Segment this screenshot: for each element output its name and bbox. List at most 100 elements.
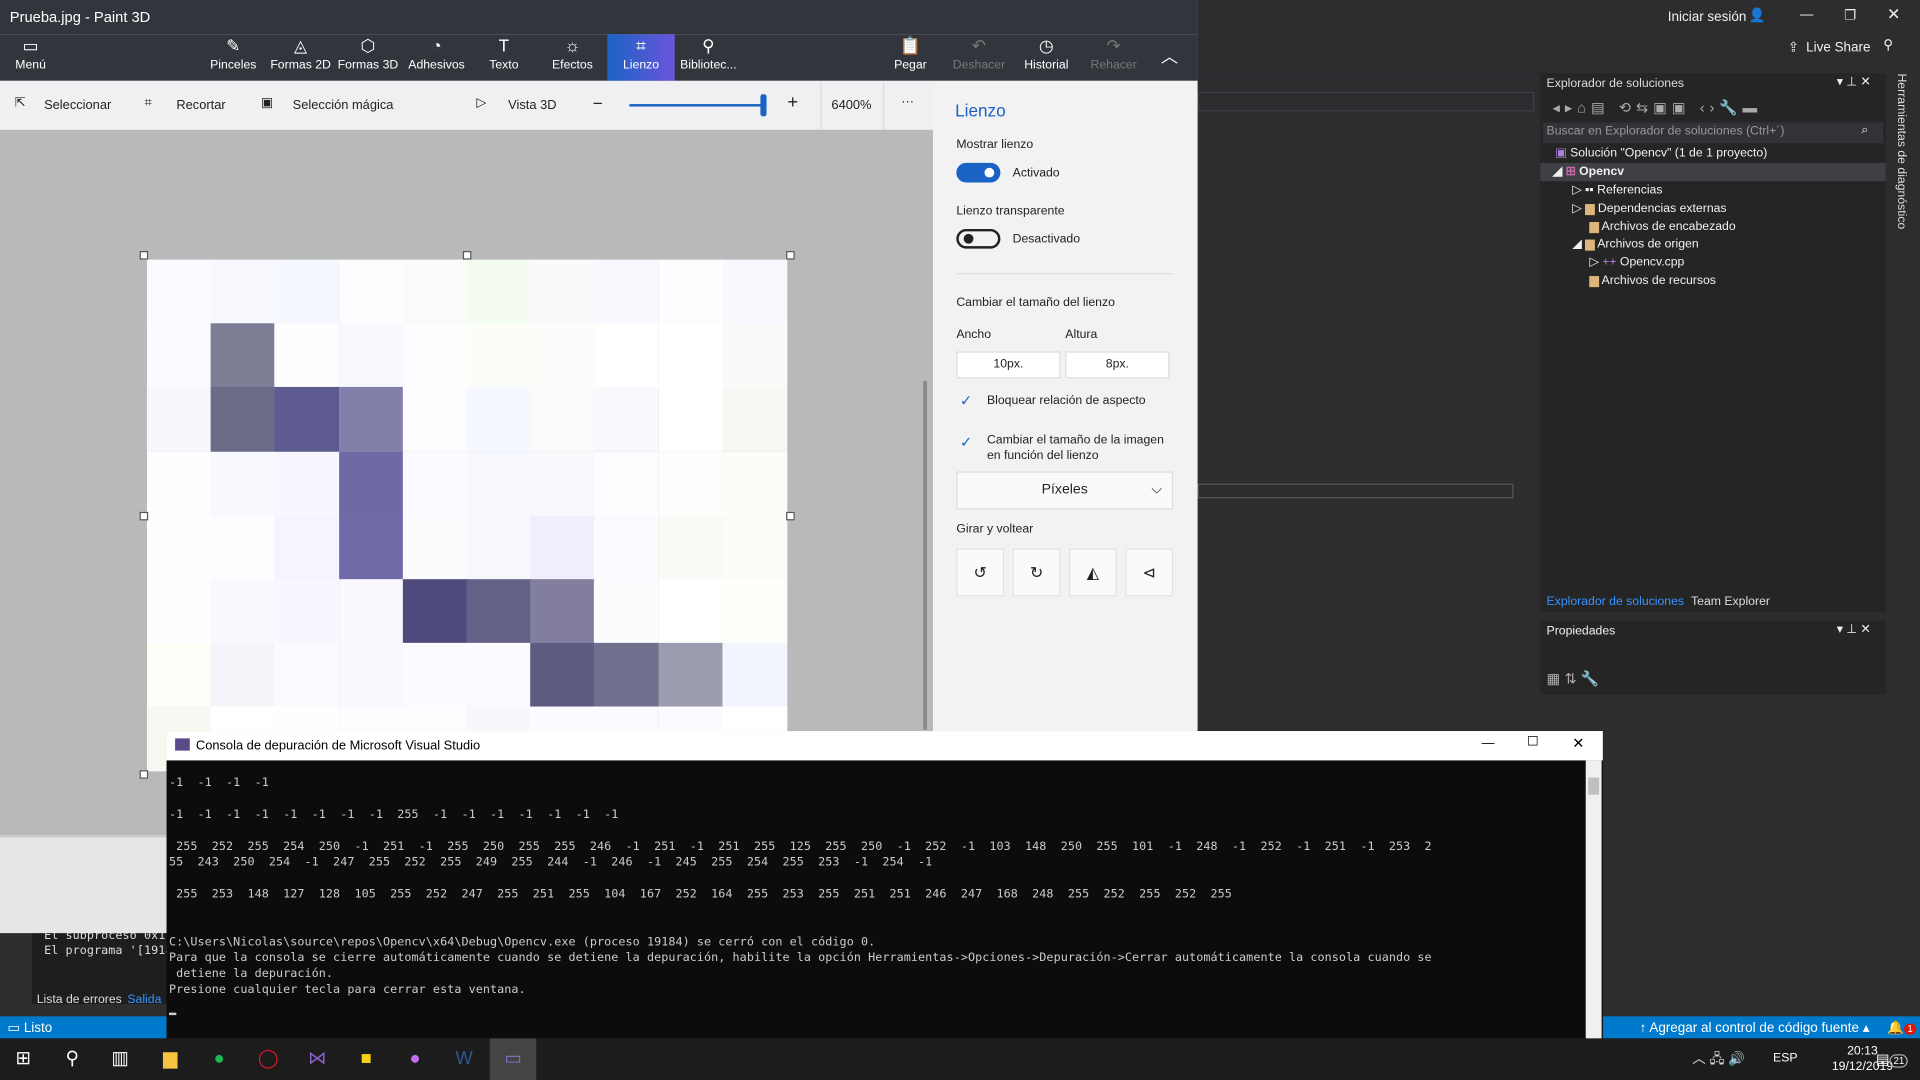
zoom-in-button[interactable]: + xyxy=(787,92,798,113)
tool-efectos[interactable]: ☼ Efectos xyxy=(539,34,606,81)
search-icon[interactable]: ⚲ xyxy=(58,1046,87,1073)
flip-horizontal-button[interactable]: ⊲ xyxy=(1125,548,1174,597)
resize-handle[interactable] xyxy=(786,511,795,521)
tab-output[interactable]: Salida xyxy=(127,993,161,1006)
pane-controls[interactable]: ▾ ⊥ ✕ xyxy=(1837,623,1871,636)
tool-texto[interactable]: T Texto xyxy=(470,34,537,81)
resize-handle[interactable] xyxy=(139,251,149,260)
solution-search-input[interactable]: Buscar en Explorador de soluciones (Ctrl… xyxy=(1542,122,1884,144)
tool-formas-3d[interactable]: ⬡ Formas 3D xyxy=(334,34,401,81)
history-button[interactable]: ◷ Historial xyxy=(1013,34,1080,81)
project-node[interactable]: ◢ ⊞ Opencv xyxy=(1553,165,1624,178)
console-taskbar-icon[interactable]: ▭ xyxy=(489,1038,537,1080)
opera-icon[interactable]: ◯ xyxy=(253,1046,282,1073)
console-icon xyxy=(175,738,190,751)
zoom-out-button[interactable]: − xyxy=(593,93,603,113)
console-minimize-button[interactable]: — xyxy=(1482,736,1495,751)
history-icon: ◷ xyxy=(1038,35,1054,56)
zoom-slider-thumb[interactable] xyxy=(760,94,767,117)
language-indicator[interactable]: ESP xyxy=(1773,1046,1798,1073)
canvas-pixel xyxy=(466,515,532,581)
redo-button[interactable]: ↷ Rehacer xyxy=(1080,34,1147,81)
side-tab-diagnostics[interactable]: Herramientas de diagnóstico xyxy=(1894,73,1907,229)
resize-handle[interactable] xyxy=(139,511,149,521)
canvas-pixel xyxy=(530,259,596,325)
file-explorer-icon[interactable]: ▆ xyxy=(156,1046,185,1073)
flip-vertical-button[interactable]: ◭ xyxy=(1068,548,1117,597)
pane-controls[interactable]: ▾ ⊥ ✕ xyxy=(1837,76,1871,89)
zoom-level[interactable]: 6400% xyxy=(831,98,871,113)
visual-studio-icon[interactable]: ⋈ xyxy=(302,1046,331,1073)
tab-team-explorer[interactable]: Team Explorer xyxy=(1691,595,1770,608)
sign-in-link[interactable]: Iniciar sesión xyxy=(1668,10,1747,25)
height-input[interactable]: 8px. xyxy=(1065,351,1170,379)
zoom-slider[interactable] xyxy=(629,94,767,117)
close-button[interactable]: ✕ xyxy=(1887,5,1900,25)
properties-toolbar[interactable]: ▦ ⇅ 🔧 xyxy=(1547,670,1600,687)
canvas-area[interactable] xyxy=(0,129,934,836)
solution-node[interactable]: ▣ Solución "Opencv" (1 de 1 proyecto) xyxy=(1555,147,1767,160)
vertical-scrollbar[interactable] xyxy=(923,380,927,730)
select-button[interactable]: Seleccionar xyxy=(44,98,111,113)
tree-item-encabezado[interactable]: ▆ Archivos de encabezado xyxy=(1589,220,1735,233)
undo-button[interactable]: ↶ Deshacer xyxy=(945,34,1012,81)
tree-item-origen[interactable]: ◢ ▆ Archivos de origen xyxy=(1572,238,1698,251)
tree-item-opencv-cpp[interactable]: ▷ ++ Opencv.cpp xyxy=(1589,256,1684,269)
tab-error-list[interactable]: Lista de errores xyxy=(37,993,122,1006)
tool-adhesivos[interactable]: ◔ Adhesivos xyxy=(403,34,470,81)
sticky-notes-icon[interactable]: ■ xyxy=(351,1046,380,1073)
canvas-pixel xyxy=(146,643,212,708)
resize-handle[interactable] xyxy=(139,770,149,779)
tray-icons[interactable]: ︿ 🖧 🔊 xyxy=(1692,1046,1745,1073)
tree-item-referencias[interactable]: ▷ ▪▪ Referencias xyxy=(1572,184,1662,197)
resize-image-checkbox[interactable]: ✓ xyxy=(960,433,972,450)
start-button[interactable]: ⊞ xyxy=(9,1046,38,1073)
console-scrollbar[interactable] xyxy=(1585,760,1602,1040)
navigation-bar[interactable] xyxy=(1197,91,1535,112)
notification-bell-icon[interactable]: 🔔 1 xyxy=(1887,1020,1917,1036)
minimize-button[interactable]: — xyxy=(1800,7,1813,22)
live-share-button[interactable]: Live Share xyxy=(1806,40,1870,55)
console-maximize-button[interactable]: ☐ xyxy=(1527,735,1539,750)
show-canvas-toggle[interactable] xyxy=(956,162,1001,183)
paste-button[interactable]: 📋 Pegar xyxy=(877,34,944,81)
canvas-pixel xyxy=(530,579,596,645)
tool-lienzo[interactable]: ⌗ Lienzo xyxy=(607,34,675,81)
width-input[interactable]: 10px. xyxy=(956,351,1061,379)
lock-aspect-checkbox[interactable]: ✓ xyxy=(960,392,972,409)
resize-handle[interactable] xyxy=(462,251,472,260)
rotate-left-button[interactable]: ↺ xyxy=(956,548,1005,597)
maximize-button[interactable]: ❐ xyxy=(1844,7,1856,24)
source-control-button[interactable]: ↑ Agregar al control de código fuente ▴ … xyxy=(1602,1016,1920,1039)
transparent-toggle[interactable] xyxy=(956,228,1001,249)
word-icon[interactable]: W xyxy=(449,1046,478,1073)
console-line: 255 253 148 127 128 105 255 252 247 255 … xyxy=(168,887,1232,902)
canvas-image[interactable] xyxy=(146,259,788,772)
tool-formas-2d[interactable]: ◬ Formas 2D xyxy=(267,34,334,81)
vs-title-bar: Iniciar sesión 👤 — ❐ ✕ ⇪ Live Share ⚲ xyxy=(1197,0,1920,74)
tool-pinceles[interactable]: ✎ Pinceles xyxy=(200,34,267,81)
canvas-pixel xyxy=(210,643,276,708)
crop-button[interactable]: Recortar xyxy=(176,98,225,113)
tab-solution-explorer[interactable]: Explorador de soluciones xyxy=(1547,595,1685,608)
console-line: 55 243 250 254 -1 247 255 252 255 249 25… xyxy=(168,855,933,870)
rotate-right-button[interactable]: ↻ xyxy=(1012,548,1061,597)
feedback-icon[interactable]: ⚲ xyxy=(1883,37,1893,53)
tree-item-recursos[interactable]: ▆ Archivos de recursos xyxy=(1589,274,1716,287)
tool-biblioteca[interactable]: ⚲ Bibliotec... xyxy=(675,34,742,81)
collapse-toolbar-icon[interactable]: ︿ xyxy=(1145,34,1194,81)
units-dropdown[interactable]: Píxeles ⌵ xyxy=(956,471,1174,510)
task-view-icon[interactable]: ▥ xyxy=(105,1046,134,1073)
magic-select-button[interactable]: Selección mágica xyxy=(293,98,394,113)
view-3d-toggle[interactable]: Vista 3D xyxy=(508,98,556,113)
solution-toolbar[interactable]: ◂▸⌂▤ ⟲⇆▣▣ ‹›🔧▬ xyxy=(1553,99,1762,116)
more-button[interactable]: ··· xyxy=(901,94,914,109)
tree-item-dependencias[interactable]: ▷ ▆ Dependencias externas xyxy=(1572,202,1726,215)
console-close-button[interactable]: ✕ xyxy=(1572,735,1584,752)
paint3d-icon[interactable]: ● xyxy=(400,1046,429,1073)
menu-button[interactable]: ▭ Menú xyxy=(0,34,61,81)
action-center-button[interactable]: ▤ 21 xyxy=(1876,1046,1909,1073)
spotify-icon[interactable]: ● xyxy=(204,1046,233,1073)
resize-handle[interactable] xyxy=(786,251,795,260)
solution-explorer-title: Explorador de soluciones xyxy=(1546,77,1685,91)
